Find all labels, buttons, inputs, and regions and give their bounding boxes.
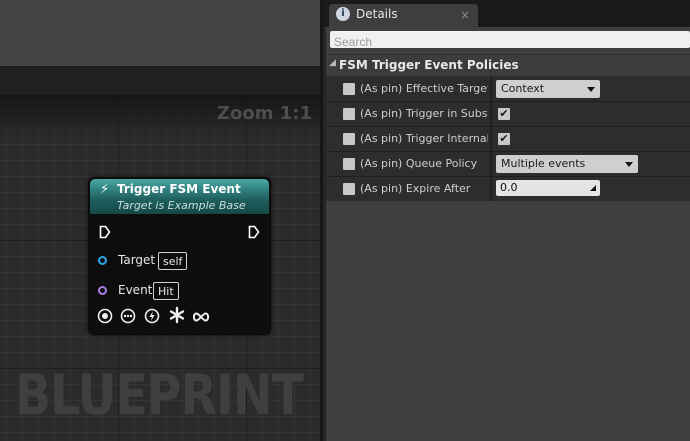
queue-policy-dropdown[interactable]: Multiple events allowed (496, 155, 638, 188)
column-splitter[interactable] (490, 152, 492, 176)
number-value: 0.0 (500, 181, 518, 194)
object-pin-icon[interactable] (98, 256, 107, 265)
info-icon: i (336, 7, 350, 21)
column-splitter[interactable] (490, 102, 492, 126)
property-name-cell: (As pin) Trigger Internal Events (326, 127, 488, 151)
property-label: (As pin) Expire After (360, 182, 471, 195)
property-label: (As pin) Effective Target (360, 82, 488, 95)
details-body: ◢ FSM Trigger Event Policies (As pin) Ef… (326, 27, 690, 441)
column-splitter[interactable] (490, 127, 492, 151)
ellipsis-circle-icon (120, 308, 136, 328)
as-pin-checkbox[interactable] (343, 158, 355, 170)
trigger-in-substate-checkbox[interactable]: ✔ (498, 108, 510, 120)
category-header[interactable]: ◢ FSM Trigger Event Policies (326, 54, 690, 77)
property-label: (As pin) Trigger in Substate (360, 107, 488, 120)
search-input[interactable] (330, 33, 678, 51)
resize-grip-icon[interactable] (590, 185, 596, 191)
viewport-panel (0, 0, 323, 67)
property-name-cell: (As pin) Effective Target (326, 77, 488, 101)
event-value-box[interactable]: Hit (153, 282, 179, 300)
property-row-expire-after: (As pin) Expire After 0.0 (326, 177, 690, 201)
blueprint-editor: Zoom 1:1 BLUEPRINT ⚡ Trigger FSM Event T… (0, 0, 323, 441)
property-name-cell: (As pin) Expire After (326, 177, 488, 201)
property-name-cell: (As pin) Trigger in Substate (326, 102, 488, 126)
expire-after-number-field[interactable]: 0.0 (496, 180, 600, 196)
node-subtitle: Target is Example Base (117, 199, 246, 212)
target-value-box[interactable]: self (158, 252, 188, 270)
pin-label: Target (118, 253, 156, 267)
category-label: FSM Trigger Event Policies (339, 58, 519, 72)
blueprint-watermark: BLUEPRINT (15, 363, 304, 427)
as-pin-checkbox[interactable] (343, 183, 355, 195)
close-icon[interactable]: × (460, 8, 470, 22)
property-row-trigger-internal-events: (As pin) Trigger Internal Events ✔ (326, 127, 690, 151)
property-label: (As pin) Trigger Internal Events (360, 132, 488, 145)
property-row-trigger-in-substate: (As pin) Trigger in Substate ✔ (326, 102, 690, 126)
enum-pin-icon[interactable] (98, 286, 107, 295)
property-label: (As pin) Queue Policy (360, 157, 478, 170)
node-title: Trigger FSM Event (117, 182, 241, 196)
asterisk-icon (168, 306, 186, 328)
as-pin-checkbox[interactable] (343, 108, 355, 120)
as-pin-checkbox[interactable] (343, 83, 355, 95)
as-pin-checkbox[interactable] (343, 133, 355, 145)
details-panel: i Details × ◢ FSM Trigger Event Policies… (323, 0, 690, 441)
zoom-label: Zoom 1:1 (216, 103, 312, 124)
collapse-triangle-icon[interactable]: ◢ (329, 58, 336, 68)
lightning-icon: ⚡ (100, 182, 110, 197)
pin-label: Event (118, 283, 153, 297)
graph-tab-strip (0, 67, 323, 95)
property-list: (As pin) Effective Target Context Object… (326, 77, 690, 201)
trigger-internal-events-checkbox[interactable]: ✔ (498, 133, 510, 145)
details-tab-bar: i Details × (323, 0, 690, 27)
exec-out-arrow-icon (248, 225, 260, 239)
property-row-queue-policy: (As pin) Queue Policy Multiple events al… (326, 152, 690, 188)
chevron-down-icon (625, 162, 633, 167)
lightning-circle-icon (144, 308, 160, 328)
circle-dot-icon (97, 308, 113, 328)
infinity-icon (192, 309, 210, 328)
column-splitter[interactable] (490, 77, 492, 101)
node-header[interactable]: ⚡ Trigger FSM Event Target is Example Ba… (90, 179, 269, 214)
details-tab-label: Details (356, 7, 398, 21)
effective-target-dropdown[interactable]: Context Object (496, 80, 600, 113)
column-splitter[interactable] (490, 177, 492, 201)
property-name-cell: (As pin) Queue Policy (326, 152, 488, 176)
exec-in-arrow-icon (99, 225, 111, 239)
details-tab[interactable]: i Details × (329, 4, 478, 27)
chevron-down-icon (587, 87, 595, 92)
search-box[interactable] (330, 31, 690, 51)
property-row-effective-target: (As pin) Effective Target Context Object (326, 77, 690, 113)
trigger-fsm-event-node[interactable]: ⚡ Trigger FSM Event Target is Example Ba… (88, 177, 271, 335)
